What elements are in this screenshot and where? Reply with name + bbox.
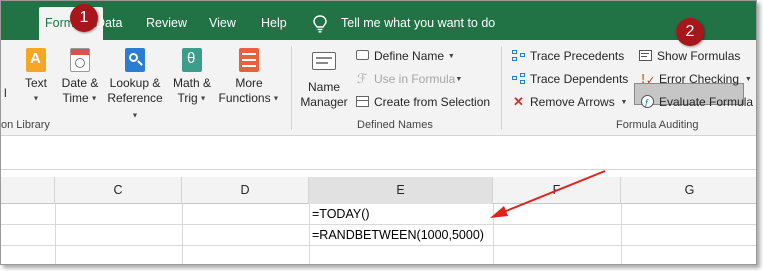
text-function-button[interactable]: A Text ▼ [21,48,51,106]
excel-window: Formulas Data Review View Help Tell me w… [0,0,757,265]
column-header-g[interactable]: G [621,177,756,204]
trace-dependents-button[interactable]: Trace Dependents [512,69,628,89]
create-from-selection-button[interactable]: Create from Selection [356,92,490,112]
ribbon-tab-bar: Formulas Data Review View Help Tell me w… [1,1,756,40]
define-name-button[interactable]: Define Name ▼ [356,46,455,66]
remove-arrows-button[interactable]: ✕ Remove Arrows ▼ [512,92,627,112]
gridline [309,204,310,264]
date-time-function-button[interactable]: Date & Time ▼ [58,48,102,106]
tab-help[interactable]: Help [261,1,287,40]
tell-me-search[interactable]: Tell me what you want to do [313,1,496,40]
lookup-reference-function-button[interactable]: Lookup & Reference ▼ [104,48,166,123]
cell-e-formula-today[interactable]: =TODAY() [312,204,370,225]
use-in-formula-icon: ℱ [357,71,368,86]
tab-review[interactable]: Review [146,1,187,40]
group-separator [291,46,292,130]
gridline [621,204,622,264]
create-from-selection-icon [356,95,370,108]
error-checking-button[interactable]: ! ✓ Error Checking ▼ [641,69,752,89]
tab-data[interactable]: Data [96,1,122,40]
remove-arrows-icon: ✕ [513,94,524,109]
defined-names-group-label: Defined Names [357,119,433,131]
name-manager-icon [310,48,338,76]
tab-view[interactable]: View [209,1,236,40]
more-functions-button[interactable]: More Functions ▼ [218,48,280,106]
step-marker-2: 2 [676,18,704,46]
date-time-icon [70,48,90,72]
define-name-icon [356,49,370,62]
evaluate-formula-icon: ƒ [641,95,655,109]
formula-auditing-group-label: Formula Auditing [616,119,699,131]
use-in-formula-button[interactable]: ℱ Use in Formula▼ [356,69,462,89]
step-marker-1: 1 [70,4,98,32]
grid-row [1,204,756,225]
column-header-f[interactable]: F [493,177,621,204]
function-library-group-label: on Library [1,119,50,131]
evaluate-formula-button[interactable]: ƒ Evaluate Formula [641,92,753,112]
trace-dependents-icon [512,72,526,85]
trace-precedents-icon [512,49,526,62]
error-checking-icon: ! ✓ [641,71,656,87]
formula-bar[interactable] [1,136,756,170]
show-formulas-icon [639,49,653,62]
math-trig-icon: θ [182,48,202,72]
tell-me-text: Tell me what you want to do [341,16,496,30]
trace-precedents-button[interactable]: Trace Precedents [512,46,624,66]
text-icon: A [26,48,46,72]
lookup-reference-icon [125,48,145,72]
math-trig-function-button[interactable]: θ Math & Trig ▼ [169,48,215,106]
column-header-c[interactable]: C [55,177,182,204]
column-header-e[interactable]: E [309,177,493,204]
gridline [182,204,183,264]
partial-function-button[interactable]: l [1,48,13,100]
column-header-b[interactable] [1,177,55,204]
group-separator [501,46,502,130]
column-header-d[interactable]: D [182,177,309,204]
more-functions-icon [239,48,259,72]
name-manager-button[interactable]: Name Manager [297,48,351,110]
ribbon: l A Text ▼ Date & Time ▼ Lookup & Refere… [1,40,756,136]
grid-row [1,246,756,264]
cell-e-formula-randbetween[interactable]: =RANDBETWEEN(1000,5000) [312,225,484,246]
show-formulas-button[interactable]: Show Formulas [639,46,740,66]
column-header-row: C D E F G [1,177,756,204]
gridline [55,204,56,264]
lightbulb-icon [313,15,327,33]
gridline [493,204,494,264]
